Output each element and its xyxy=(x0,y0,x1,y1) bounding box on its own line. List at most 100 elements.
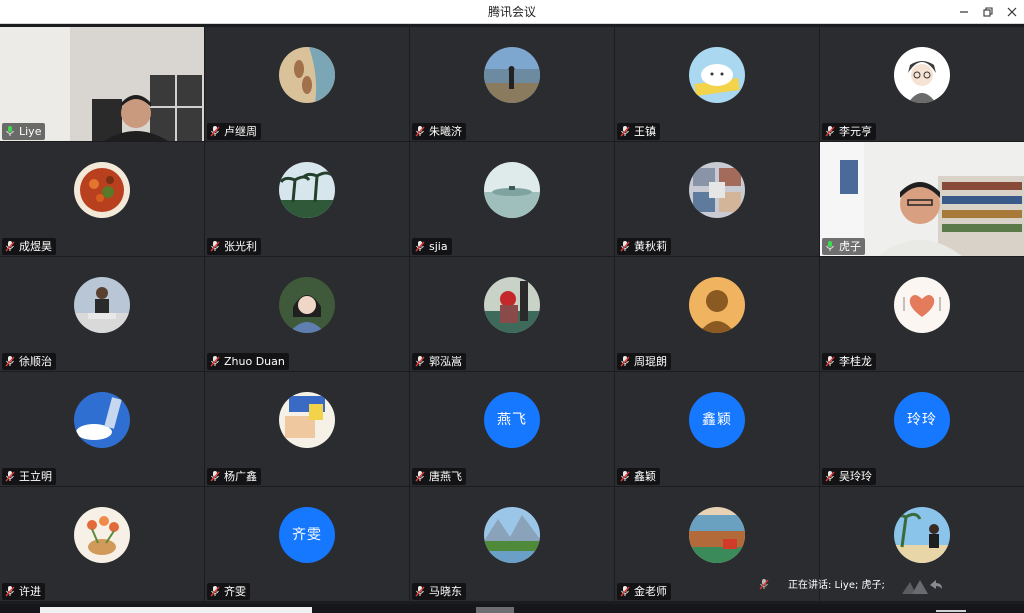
avatar xyxy=(484,507,540,563)
name-tag: 李元亨 xyxy=(822,123,876,140)
participant-tile[interactable]: Liye xyxy=(0,27,204,141)
participant-tile[interactable]: 虎子 xyxy=(820,142,1024,256)
avatar xyxy=(74,507,130,563)
name-tag: Zhuo Duan xyxy=(207,353,289,370)
participant-name: 王镇 xyxy=(634,125,656,138)
close-icon[interactable] xyxy=(999,0,1024,24)
mic-muted-icon xyxy=(209,240,221,252)
avatar xyxy=(74,277,130,333)
participant-tile[interactable]: 李桂龙 xyxy=(820,257,1024,371)
name-tag: 李桂龙 xyxy=(822,353,876,370)
participant-name: 成煜昊 xyxy=(19,240,52,253)
avatar xyxy=(279,162,335,218)
name-tag: 郭泓嵩 xyxy=(412,353,466,370)
mic-muted-icon xyxy=(209,125,221,137)
name-tag: 成煜昊 xyxy=(2,238,56,255)
mic-muted-icon xyxy=(414,240,426,252)
mic-muted-icon xyxy=(619,585,631,597)
title-bar: 腾讯会议 xyxy=(0,0,1024,24)
participant-grid: Liye 卢继周 朱曦济 王镇 李元亨成煜昊 张光利 sjia 黄秋莉 虎子徐顺治 Zhuo Du… xyxy=(0,27,1024,603)
avatar xyxy=(484,47,540,103)
avatar xyxy=(484,277,540,333)
mic-muted-icon xyxy=(414,125,426,137)
restore-icon[interactable] xyxy=(975,0,1001,24)
participant-name: 卢继周 xyxy=(224,125,257,138)
participant-tile[interactable]: 郭泓嵩 xyxy=(410,257,614,371)
name-tag: 齐雯 xyxy=(207,583,250,600)
name-tag: 周琨朗 xyxy=(617,353,671,370)
name-tag: sjia xyxy=(412,238,452,255)
participant-tile[interactable]: 卢继周 xyxy=(205,27,409,141)
participant-name: 许进 xyxy=(19,585,41,598)
name-tag: 黄秋莉 xyxy=(617,238,671,255)
speaking-text: 正在讲话: Liye; 虎子; xyxy=(788,580,885,591)
name-tag: 杨广鑫 xyxy=(207,468,261,485)
mic-muted-icon xyxy=(4,240,16,252)
participant-tile[interactable]: 周琨朗 xyxy=(615,257,819,371)
avatar xyxy=(689,47,745,103)
participant-name: 黄秋莉 xyxy=(634,240,667,253)
participant-name: 唐燕飞 xyxy=(429,470,462,483)
name-tag: 唐燕飞 xyxy=(412,468,466,485)
taskbar-segment xyxy=(936,610,966,612)
avatar-initials: 玲玲 xyxy=(894,392,950,448)
participant-tile[interactable]: 燕飞 唐燕飞 xyxy=(410,372,614,486)
avatar xyxy=(279,277,335,333)
participant-name: 周琨朗 xyxy=(634,355,667,368)
avatar-initials: 齐雯 xyxy=(279,507,335,563)
name-tag: 王镇 xyxy=(617,123,660,140)
mic-muted-icon xyxy=(209,585,221,597)
avatar xyxy=(279,392,335,448)
name-tag: 吴玲玲 xyxy=(822,468,876,485)
avatar xyxy=(74,162,130,218)
signal-icon xyxy=(900,576,944,596)
participant-tile[interactable]: 王立明 xyxy=(0,372,204,486)
mic-muted-icon xyxy=(619,125,631,137)
taskbar-segment xyxy=(476,607,514,613)
mic-muted-icon xyxy=(414,470,426,482)
participant-name: 杨广鑫 xyxy=(224,470,257,483)
participant-tile[interactable]: 徐顺治 xyxy=(0,257,204,371)
participant-tile[interactable]: sjia xyxy=(410,142,614,256)
avatar xyxy=(894,507,950,563)
participant-tile[interactable]: 齐雯 齐雯 xyxy=(205,487,409,601)
participant-name: 齐雯 xyxy=(224,585,246,598)
participant-tile[interactable]: 杨广鑫 xyxy=(205,372,409,486)
participant-name: 李桂龙 xyxy=(839,355,872,368)
name-tag: 卢继周 xyxy=(207,123,261,140)
participant-name: 金老师 xyxy=(634,585,667,598)
participant-name: Liye xyxy=(19,125,42,138)
mic-muted-icon xyxy=(619,240,631,252)
name-tag: 王立明 xyxy=(2,468,56,485)
participant-tile[interactable]: 张光利 xyxy=(205,142,409,256)
mic-icon xyxy=(758,578,770,590)
speaking-indicator: 正在讲话: Liye; 虎子; xyxy=(758,575,885,597)
participant-tile[interactable]: 王镇 xyxy=(615,27,819,141)
participant-tile[interactable]: 玲玲吴玲玲 xyxy=(820,372,1024,486)
avatar xyxy=(689,507,745,563)
participant-tile[interactable]: 马晓东 xyxy=(410,487,614,601)
avatar xyxy=(894,277,950,333)
participant-tile[interactable]: 成煜昊 xyxy=(0,142,204,256)
name-tag: 张光利 xyxy=(207,238,261,255)
avatar xyxy=(74,392,130,448)
participant-tile[interactable]: 许进 xyxy=(0,487,204,601)
mic-muted-icon xyxy=(824,125,836,137)
mic-muted-icon xyxy=(4,585,16,597)
participant-tile[interactable]: 黄秋莉 xyxy=(615,142,819,256)
window-title: 腾讯会议 xyxy=(487,5,536,19)
mic-muted-icon xyxy=(4,470,16,482)
participant-tile[interactable]: 李元亨 xyxy=(820,27,1024,141)
participant-name: 马晓东 xyxy=(429,585,462,598)
mic-muted-icon xyxy=(4,355,16,367)
participant-tile[interactable]: 朱曦济 xyxy=(410,27,614,141)
avatar xyxy=(689,162,745,218)
avatar-initials: 鑫颖 xyxy=(689,392,745,448)
participant-tile[interactable]: Zhuo Duan xyxy=(205,257,409,371)
participant-name: 徐顺治 xyxy=(19,355,52,368)
mic-muted-icon xyxy=(619,470,631,482)
participant-name: 王立明 xyxy=(19,470,52,483)
mic-muted-icon xyxy=(209,470,221,482)
minimize-icon[interactable] xyxy=(951,0,977,24)
participant-tile[interactable]: 鑫颖 鑫颖 xyxy=(615,372,819,486)
